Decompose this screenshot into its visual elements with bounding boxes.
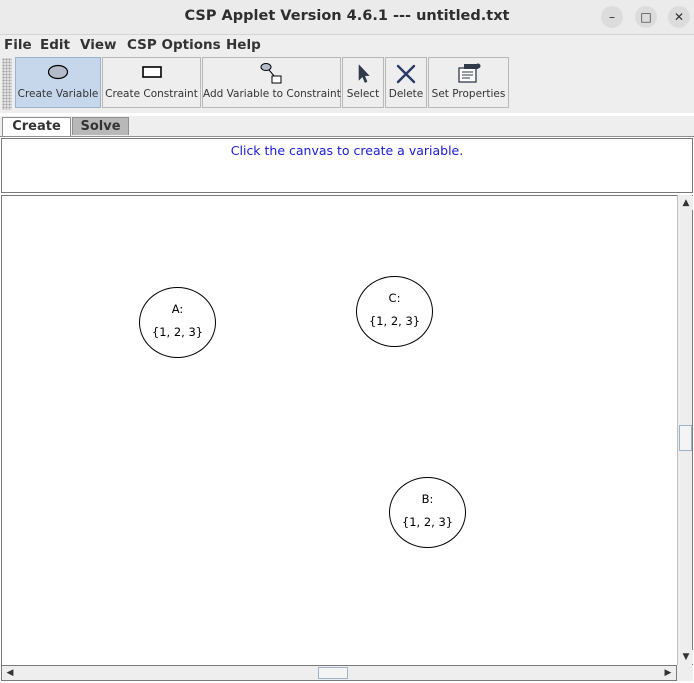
- create-constraint-label: Create Constraint: [105, 88, 198, 100]
- menu-view[interactable]: View: [80, 37, 116, 53]
- cursor-icon: [354, 63, 372, 89]
- ellipse-icon: [47, 64, 69, 84]
- message-panel: Click the canvas to create a variable.: [1, 138, 693, 193]
- minimize-icon[interactable]: –: [601, 6, 623, 28]
- properties-icon: [456, 63, 482, 89]
- variable-name: A:: [171, 302, 184, 316]
- rectangle-icon: [141, 64, 163, 84]
- delete-button[interactable]: Delete: [385, 57, 427, 108]
- menu-bar: File Edit View CSP Options Help: [0, 35, 694, 56]
- tab-create[interactable]: Create: [2, 117, 71, 136]
- variable-domain: {1, 2, 3}: [151, 325, 204, 339]
- variable-domain: {1, 2, 3}: [368, 314, 421, 328]
- status-message: Click the canvas to create a variable.: [230, 143, 464, 158]
- add-variable-to-constraint-label: Add Variable to Constraint: [203, 88, 341, 100]
- title-bar: CSP Applet Version 4.6.1 --- untitled.tx…: [0, 0, 694, 35]
- select-label: Select: [346, 88, 380, 100]
- toolbar-grip[interactable]: [2, 58, 12, 110]
- scroll-down-icon[interactable]: ▼: [679, 650, 693, 664]
- menu-csp-options[interactable]: CSP Options: [127, 37, 221, 53]
- variable-node-c[interactable]: C: {1, 2, 3}: [356, 276, 433, 347]
- scroll-corner: [677, 665, 693, 681]
- window-title: CSP Applet Version 4.6.1 --- untitled.tx…: [184, 8, 510, 24]
- variable-name: C:: [388, 291, 401, 305]
- scroll-right-icon[interactable]: ▶: [661, 666, 675, 680]
- add-variable-to-constraint-button[interactable]: Add Variable to Constraint: [202, 57, 341, 108]
- set-properties-label: Set Properties: [431, 88, 506, 100]
- delete-x-icon: [395, 64, 417, 88]
- variable-node-a[interactable]: A: {1, 2, 3}: [139, 287, 216, 358]
- horizontal-scrollbar[interactable]: ◀ ▶: [1, 665, 677, 681]
- vertical-scroll-thumb[interactable]: [679, 425, 692, 451]
- variable-domain: {1, 2, 3}: [401, 515, 454, 529]
- create-variable-label: Create Variable: [17, 88, 99, 100]
- create-constraint-button[interactable]: Create Constraint: [102, 57, 201, 108]
- scroll-left-icon[interactable]: ◀: [3, 666, 17, 680]
- variable-node-b[interactable]: B: {1, 2, 3}: [389, 477, 466, 548]
- mode-tabs: Create Solve: [0, 116, 694, 137]
- tab-solve[interactable]: Solve: [72, 117, 129, 135]
- create-variable-button[interactable]: Create Variable: [15, 57, 101, 108]
- variable-name: B:: [421, 492, 434, 506]
- set-properties-button[interactable]: Set Properties: [428, 57, 509, 108]
- vertical-scrollbar[interactable]: ▲ ▼: [677, 195, 693, 666]
- menu-edit[interactable]: Edit: [40, 37, 70, 53]
- toolbar: Create Variable Create Constraint Add Va…: [0, 56, 694, 113]
- maximize-icon[interactable]: □: [635, 6, 657, 28]
- link-icon: [259, 62, 285, 90]
- scroll-up-icon[interactable]: ▲: [679, 196, 693, 210]
- select-button[interactable]: Select: [342, 57, 384, 108]
- menu-help[interactable]: Help: [226, 37, 261, 53]
- delete-label: Delete: [388, 88, 424, 100]
- menu-file[interactable]: File: [4, 37, 32, 53]
- horizontal-scroll-thumb[interactable]: [318, 667, 348, 679]
- close-icon[interactable]: ✕: [668, 6, 690, 28]
- graph-canvas[interactable]: A: {1, 2, 3} C: {1, 2, 3} B: {1, 2, 3}: [1, 195, 678, 667]
